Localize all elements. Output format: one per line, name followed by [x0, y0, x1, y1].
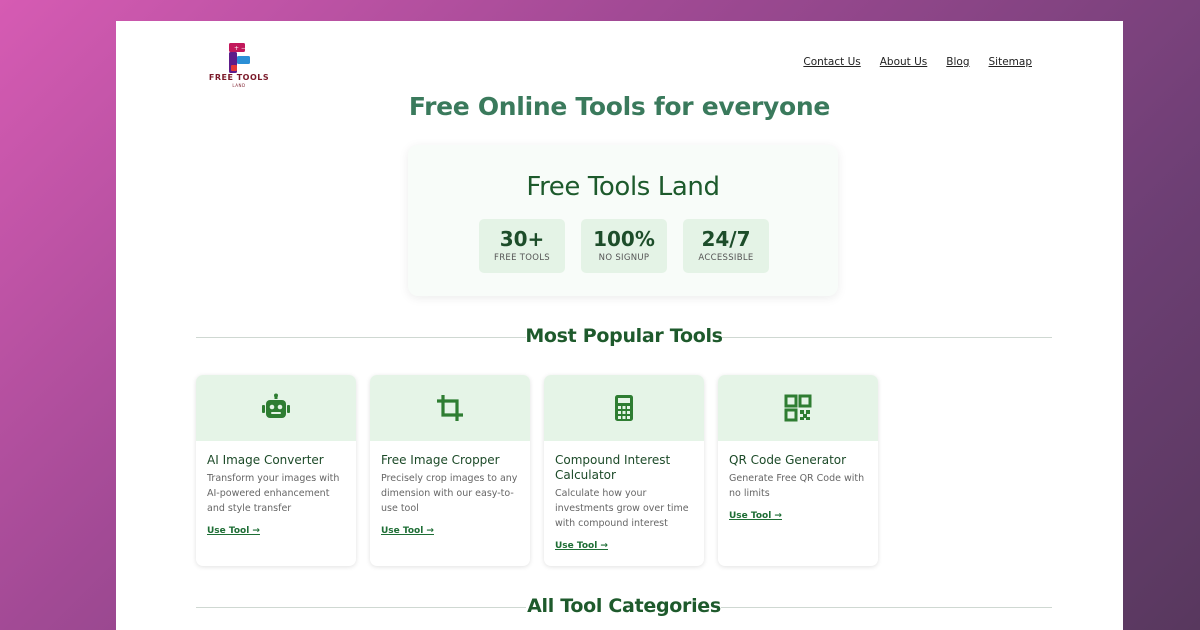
page-container: + − FREE TOOLS LAND Contact Us About Us …: [116, 21, 1123, 630]
calculator-icon: [615, 395, 633, 421]
card-title: Compound Interest Calculator: [555, 453, 671, 482]
stat-no-signup: 100% NO SIGNUP: [581, 219, 667, 273]
tool-card-qr-code-generator[interactable]: QR Code Generator Generate Free QR Code …: [718, 375, 878, 566]
card-icon-area: [718, 375, 878, 441]
use-tool-link[interactable]: Use Tool →: [207, 526, 260, 536]
svg-text:+ −: + −: [234, 45, 246, 52]
logo-subtext: LAND: [232, 83, 246, 88]
tool-card-compound-interest-calculator[interactable]: Compound Interest Calculator Calculate h…: [544, 375, 704, 566]
qr-code-icon: [784, 394, 812, 422]
card-icon-area: [370, 375, 530, 441]
card-description: Calculate how your investments grow over…: [555, 488, 689, 529]
stats-title: Free Tools Land: [526, 172, 720, 202]
card-description: Transform your images with AI-powered en…: [207, 473, 340, 514]
card-icon-area: [544, 375, 704, 441]
stat-value: 100%: [593, 227, 655, 251]
site-logo[interactable]: + − FREE TOOLS LAND: [204, 43, 274, 89]
nav-blog[interactable]: Blog: [946, 56, 969, 68]
robot-icon: [262, 393, 290, 418]
stat-value: 30+: [499, 227, 545, 251]
card-body: Compound Interest Calculator Calculate h…: [544, 441, 704, 552]
stat-label: ACCESSIBLE: [698, 253, 754, 263]
stat-accessible: 24/7 ACCESSIBLE: [683, 219, 769, 273]
section-all-categories: All Tool Categories: [196, 595, 1052, 619]
nav-about-us[interactable]: About Us: [880, 56, 928, 68]
logo-text: FREE TOOLS: [208, 73, 270, 82]
hero-title: Free Online Tools for everyone: [408, 92, 831, 121]
card-body: AI Image Converter Transform your images…: [196, 441, 356, 537]
use-tool-link[interactable]: Use Tool →: [381, 526, 434, 536]
section-title: Most Popular Tools: [525, 325, 723, 347]
section-title: All Tool Categories: [527, 595, 721, 617]
crop-icon: [437, 395, 463, 421]
card-description: Precisely crop images to any dimension w…: [381, 473, 518, 514]
use-tool-link[interactable]: Use Tool →: [555, 541, 608, 551]
section-popular-tools: Most Popular Tools: [196, 325, 1052, 349]
card-body: QR Code Generator Generate Free QR Code …: [718, 441, 878, 522]
card-icon-area: [196, 375, 356, 441]
card-title: QR Code Generator: [729, 453, 847, 467]
tool-cards: AI Image Converter Transform your images…: [196, 375, 878, 566]
stat-value: 24/7: [701, 227, 751, 251]
tool-card-ai-image-converter[interactable]: AI Image Converter Transform your images…: [196, 375, 356, 566]
tool-card-free-image-cropper[interactable]: Free Image Cropper Precisely crop images…: [370, 375, 530, 566]
top-nav: Contact Us About Us Blog Sitemap: [803, 56, 1032, 68]
nav-contact-us[interactable]: Contact Us: [803, 56, 860, 68]
card-description: Generate Free QR Code with no limits: [729, 473, 865, 499]
stat-free-tools: 30+ FREE TOOLS: [479, 219, 565, 273]
card-title: Free Image Cropper: [381, 453, 500, 467]
stats-row: 30+ FREE TOOLS 100% NO SIGNUP 24/7 ACCES…: [479, 219, 769, 273]
use-tool-link[interactable]: Use Tool →: [729, 511, 782, 521]
card-body: Free Image Cropper Precisely crop images…: [370, 441, 530, 537]
stat-label: FREE TOOLS: [494, 253, 550, 263]
logo-icon: + −: [229, 43, 250, 73]
card-title: AI Image Converter: [207, 453, 324, 467]
stats-card: Free Tools Land 30+ FREE TOOLS 100% NO S…: [408, 145, 838, 296]
stat-label: NO SIGNUP: [598, 253, 650, 263]
nav-sitemap[interactable]: Sitemap: [989, 56, 1033, 68]
